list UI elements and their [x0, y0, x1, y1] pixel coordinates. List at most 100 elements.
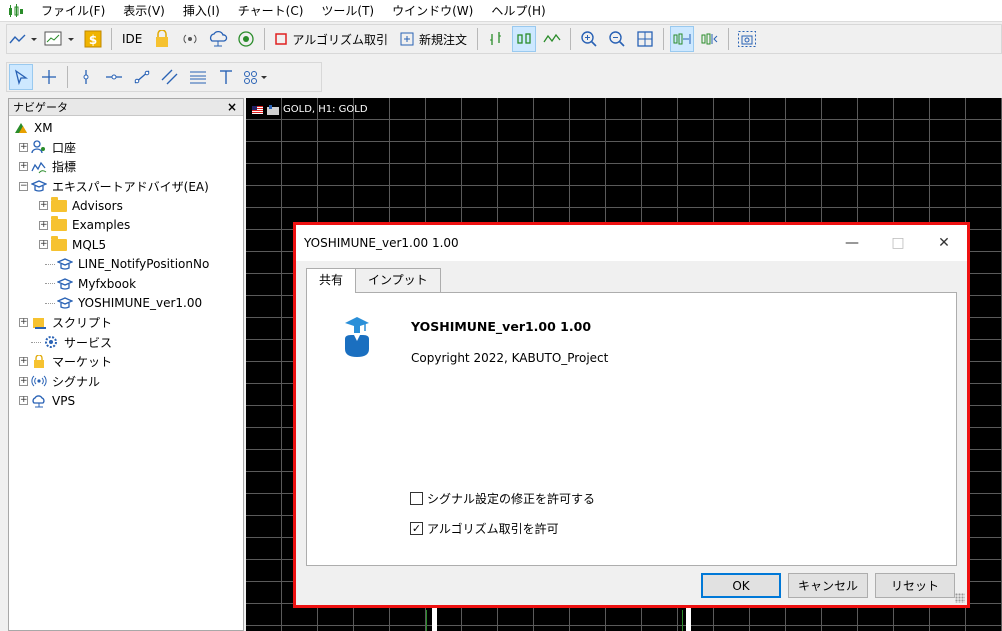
tree-item-signals[interactable]: + シグナル [9, 372, 243, 392]
cancel-button[interactable]: キャンセル [788, 573, 868, 598]
expand-icon[interactable]: + [39, 240, 48, 250]
expand-icon[interactable]: + [39, 220, 48, 230]
algo-trading-stop-icon [275, 33, 288, 45]
tree-label-mql5: MQL5 [72, 237, 107, 252]
horizontal-line-icon[interactable] [102, 64, 126, 90]
folder-icon [51, 235, 67, 252]
tree-item-myfxbook[interactable]: Myfxbook [9, 274, 243, 294]
line-chart-icon[interactable] [540, 26, 564, 52]
tree-item-mql5[interactable]: + MQL5 [9, 235, 243, 255]
us-flag-icon [252, 105, 263, 114]
market-bag-icon[interactable] [150, 26, 174, 52]
toolbar-separator [477, 28, 479, 50]
tree-label-root: XM [34, 120, 53, 135]
tree-item-advisors[interactable]: + Advisors [9, 196, 243, 216]
fibonacci-icon[interactable] [186, 64, 210, 90]
menu-chart[interactable]: チャート(C) [229, 0, 313, 22]
bar-chart-icon[interactable] [484, 26, 508, 52]
ide-button[interactable]: IDE [118, 26, 146, 52]
vertical-line-icon[interactable] [74, 64, 98, 90]
tab-common[interactable]: 共有 [306, 268, 357, 293]
allow-signal-modify-checkbox[interactable]: シグナル設定の修正を許可する [410, 490, 595, 507]
navigator-close-button[interactable]: × [225, 100, 239, 114]
ea-copyright: Copyright 2022, KABUTO_Project [411, 351, 609, 365]
menu-view[interactable]: 表示(V) [114, 0, 174, 22]
menu-help[interactable]: ヘルプ(H) [482, 0, 554, 22]
menu-bar: ファイル(F) 表示(V) 挿入(I) チャート(C) ツール(T) ウインドウ… [0, 0, 1002, 22]
expand-icon[interactable]: + [19, 376, 28, 386]
dollar-icon[interactable]: $ [81, 26, 105, 52]
zoom-in-icon[interactable] [577, 26, 601, 52]
tree-item-market[interactable]: + マーケット [9, 352, 243, 372]
tree-item-indicators[interactable]: + 指標 [9, 157, 243, 177]
menu-insert[interactable]: 挿入(I) [174, 0, 229, 22]
svg-text:$: $ [89, 33, 97, 47]
tree-item-root[interactable]: XM [9, 118, 243, 138]
equidistant-channel-icon[interactable] [158, 64, 182, 90]
tree-item-scripts[interactable]: + スクリプト [9, 313, 243, 333]
tree-item-services[interactable]: サービス [9, 333, 243, 353]
expand-icon[interactable]: + [19, 396, 28, 406]
resize-grip[interactable] [955, 593, 965, 603]
chart-type-dropdown[interactable] [9, 26, 39, 52]
allow-signal-modify-label: シグナル設定の修正を許可する [427, 492, 596, 506]
reset-button[interactable]: リセット [875, 573, 955, 598]
checkbox-unchecked[interactable] [410, 492, 423, 505]
expand-icon[interactable]: + [19, 162, 28, 172]
folder-icon [51, 216, 67, 232]
collapse-icon[interactable]: − [19, 181, 28, 191]
vps-icon[interactable] [206, 26, 230, 52]
chart-shift-icon[interactable] [698, 26, 722, 52]
broker-logo-icon [13, 121, 29, 135]
signals-icon[interactable] [178, 26, 202, 52]
tree-item-line-notify[interactable]: LINE_NotifyPositionNo [9, 255, 243, 275]
dialog-close-button[interactable]: ✕ [921, 225, 967, 261]
tree-label-vps: VPS [52, 393, 76, 408]
tile-windows-icon[interactable] [633, 26, 657, 52]
algo-trading-label: アルゴリズム取引 [292, 32, 389, 47]
community-icon[interactable] [234, 26, 258, 52]
tree-item-accounts[interactable]: + 口座 [9, 138, 243, 158]
minimize-button[interactable]: — [829, 225, 875, 261]
zoom-out-icon[interactable] [605, 26, 629, 52]
folder-icon [51, 196, 67, 213]
toolbar-separator [111, 28, 112, 50]
tree-item-examples[interactable]: + Examples [9, 216, 243, 236]
checkbox-checked[interactable]: ✓ [410, 522, 423, 535]
tree-item-yoshimune[interactable]: YOSHIMUNE_ver1.00 [9, 294, 243, 314]
expand-icon[interactable]: + [39, 201, 48, 211]
trendline-icon[interactable] [130, 64, 154, 90]
tree-item-vps[interactable]: + VPS [9, 391, 243, 411]
allow-algo-trading-checkbox[interactable]: ✓ アルゴリズム取引を許可 [410, 520, 559, 537]
toolbar-separator [264, 28, 266, 50]
expand-icon[interactable]: + [19, 142, 28, 152]
tree-label-myfxbook: Myfxbook [78, 276, 137, 291]
expand-icon[interactable]: + [19, 318, 28, 328]
main-toolbar: $ IDE アルゴリズム取引 新規注文 [6, 24, 1002, 54]
text-icon[interactable] [214, 64, 238, 90]
cursor-icon[interactable] [9, 64, 33, 90]
candle-wick [682, 610, 683, 631]
dialog-tabs: 共有 インプット [306, 268, 441, 293]
ok-button[interactable]: OK [701, 573, 781, 598]
menu-window[interactable]: ウインドウ(W) [383, 0, 482, 22]
screenshot-icon[interactable] [735, 26, 759, 52]
menu-file[interactable]: ファイル(F) [32, 0, 114, 22]
menu-tools[interactable]: ツール(T) [312, 0, 383, 22]
autoscroll-icon[interactable] [670, 26, 695, 52]
candle [686, 608, 691, 631]
scripts-icon [31, 316, 47, 330]
new-order-button[interactable]: 新規注文 [396, 26, 471, 52]
candlestick-icon[interactable] [512, 26, 537, 52]
tree-connector [45, 263, 55, 265]
new-chart-dropdown[interactable] [43, 26, 77, 52]
expand-icon[interactable]: + [19, 357, 28, 367]
algo-trading-button[interactable]: アルゴリズム取引 [271, 26, 392, 52]
shapes-dropdown[interactable] [242, 64, 270, 90]
toolbar-separator [570, 28, 572, 50]
tree-label-indicators: 指標 [52, 160, 77, 175]
expert-advisor-icon [345, 317, 369, 357]
tab-inputs[interactable]: インプット [355, 268, 441, 292]
tree-item-experts[interactable]: − エキスパートアドバイザ(EA) [9, 177, 243, 197]
crosshair-icon[interactable] [37, 64, 61, 90]
